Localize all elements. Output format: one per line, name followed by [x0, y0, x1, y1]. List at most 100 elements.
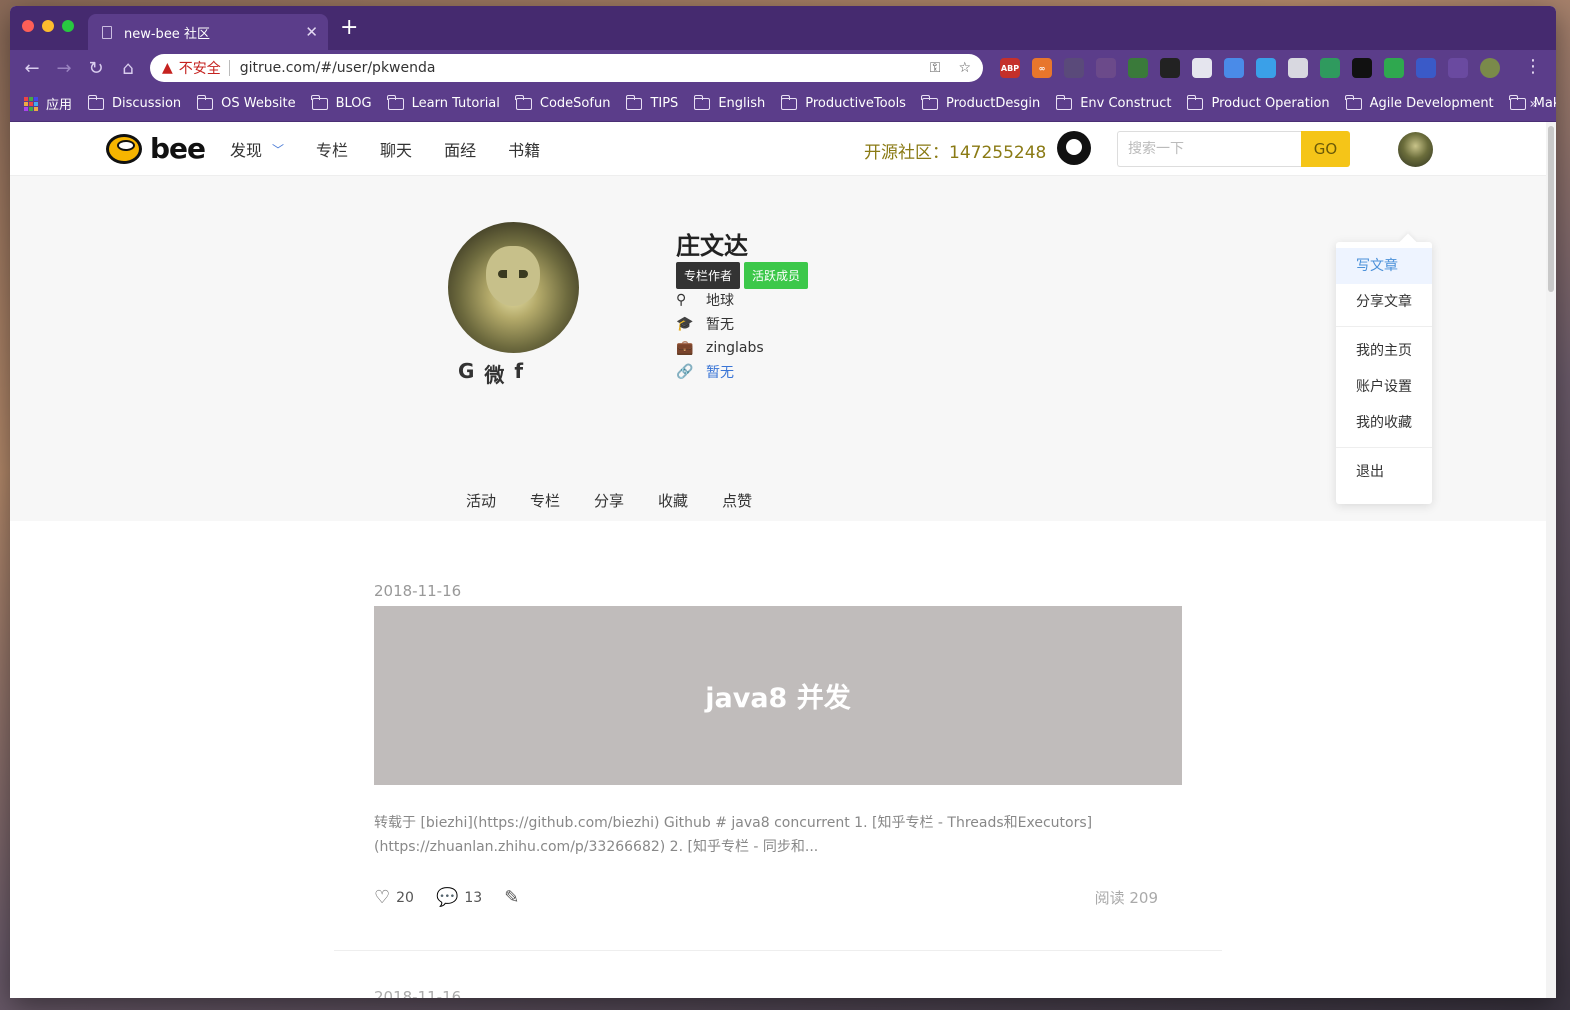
- comment-icon: 💬: [435, 887, 459, 908]
- extension-icon[interactable]: [1160, 58, 1180, 78]
- bookmark-label: ProductDesgin: [945, 96, 1041, 111]
- tab-activity[interactable]: 活动: [466, 490, 496, 511]
- article-cover[interactable]: java8 并发: [374, 606, 1182, 785]
- bookmark-env-construct[interactable]: Env Construct: [1055, 94, 1171, 111]
- star-icon[interactable]: ☆: [958, 60, 971, 76]
- minimize-window-button[interactable]: [42, 20, 54, 32]
- bookmark-learn-tutorial[interactable]: Learn Tutorial: [387, 94, 500, 111]
- user-avatar[interactable]: [1398, 132, 1433, 167]
- nav-column[interactable]: 专栏: [316, 137, 348, 161]
- tab-bar: new-bee 社区 ✕ +: [10, 6, 1556, 50]
- scrollbar-thumb[interactable]: [1548, 126, 1554, 292]
- menu-my-favorites[interactable]: 我的收藏: [1336, 405, 1432, 441]
- menu-my-homepage[interactable]: 我的主页: [1336, 333, 1432, 369]
- tab-favorites[interactable]: 收藏: [658, 490, 688, 511]
- menu-divider: [1336, 447, 1432, 448]
- page-icon: [102, 25, 112, 39]
- extension-icon[interactable]: [1064, 58, 1084, 78]
- browser-menu-icon[interactable]: ⋮: [1524, 56, 1542, 77]
- google-icon[interactable]: G: [458, 359, 474, 388]
- extensions-row: ABP ∞: [1000, 58, 1500, 78]
- edit-button[interactable]: ✎: [504, 887, 525, 908]
- url-bar[interactable]: ▲ 不安全 gitrue.com/#/user/pkwenda ⚿ ☆: [150, 54, 983, 82]
- close-tab-icon[interactable]: ✕: [305, 23, 318, 41]
- translate-icon[interactable]: [1224, 58, 1244, 78]
- extension-icon[interactable]: [1288, 58, 1308, 78]
- url-text[interactable]: gitrue.com/#/user/pkwenda: [240, 60, 930, 76]
- bookmark-label: ProductiveTools: [805, 96, 906, 111]
- comment-button[interactable]: 💬 13: [436, 887, 482, 908]
- extension-icon[interactable]: [1352, 58, 1372, 78]
- briefcase-icon: 💼: [676, 340, 694, 356]
- nav-discover[interactable]: 发现 ﹀: [230, 137, 284, 161]
- bookmark-apps[interactable]: 应用: [24, 94, 72, 113]
- weibo-icon[interactable]: 微: [484, 359, 504, 388]
- profile-name: 庄文达: [676, 232, 748, 260]
- website-link[interactable]: 暂无: [706, 362, 734, 382]
- profile-header: G 微 f 庄文达 专栏作者 活跃成员 ⚲ 地球 🎓 暂无 💼 zinglabs…: [10, 176, 1546, 521]
- page-scrollbar[interactable]: [1546, 122, 1556, 998]
- extension-icon[interactable]: [1256, 58, 1276, 78]
- bookmark-english[interactable]: English: [693, 94, 766, 111]
- tab-share[interactable]: 分享: [594, 490, 624, 511]
- facebook-icon[interactable]: f: [514, 359, 523, 388]
- extension-icon[interactable]: [1096, 58, 1116, 78]
- menu-share-article[interactable]: 分享文章: [1336, 284, 1432, 320]
- extension-icon[interactable]: [1416, 58, 1436, 78]
- new-tab-button[interactable]: +: [340, 17, 358, 39]
- bookmark-codesofun[interactable]: CodeSofun: [515, 94, 610, 111]
- location-value: 地球: [706, 293, 734, 309]
- browser-tab[interactable]: new-bee 社区 ✕: [88, 14, 328, 50]
- more-bookmarks-icon[interactable]: »: [1529, 96, 1538, 112]
- bookmark-agile-development[interactable]: Agile Development: [1345, 94, 1494, 111]
- bookmark-productdesgin[interactable]: ProductDesgin: [921, 94, 1041, 111]
- website-row: 🔗 暂无: [676, 360, 764, 384]
- tab-likes[interactable]: 点赞: [722, 490, 752, 511]
- bookmark-blog[interactable]: BLOG: [311, 94, 372, 111]
- bookmark-label: TIPS: [650, 96, 679, 111]
- bookmark-product-operation[interactable]: Product Operation: [1186, 94, 1330, 111]
- community-link[interactable]: 开源社区：147255248: [864, 138, 1046, 163]
- menu-account-settings[interactable]: 账户设置: [1336, 369, 1432, 405]
- evernote-icon[interactable]: [1384, 58, 1404, 78]
- reload-icon[interactable]: ↻: [80, 58, 112, 79]
- folder-icon: [311, 94, 328, 110]
- bookmark-productivetools[interactable]: ProductiveTools: [780, 94, 906, 111]
- bookmark-tips[interactable]: TIPS: [625, 94, 679, 111]
- apps-grid-icon: [24, 96, 38, 111]
- vue-icon[interactable]: [1320, 58, 1340, 78]
- nav-books[interactable]: 书籍: [508, 137, 540, 161]
- extension-icon[interactable]: [1448, 58, 1468, 78]
- search-go-button[interactable]: GO: [1301, 131, 1350, 167]
- insecure-label[interactable]: 不安全: [179, 58, 221, 78]
- close-window-button[interactable]: [22, 20, 34, 32]
- like-button[interactable]: ♡ 20: [374, 887, 414, 908]
- bookmark-label: OS Website: [221, 96, 296, 111]
- forward-icon[interactable]: →: [48, 58, 80, 79]
- bookmark-label: English: [718, 96, 766, 111]
- folder-icon: [387, 94, 404, 110]
- bookmark-discussion[interactable]: Discussion: [87, 94, 181, 111]
- bookmark-os-website[interactable]: OS Website: [196, 94, 296, 111]
- infinity-icon[interactable]: ∞: [1032, 58, 1052, 78]
- search-input[interactable]: [1117, 131, 1301, 167]
- folder-icon: [515, 94, 532, 110]
- article-excerpt[interactable]: 转载于 [biezhi](https://github.com/biezhi) …: [374, 811, 1134, 859]
- key-icon[interactable]: ⚿: [930, 60, 941, 76]
- profile-icon[interactable]: [1480, 58, 1500, 78]
- site-logo[interactable]: bee: [106, 132, 206, 165]
- menu-logout[interactable]: 退出: [1336, 454, 1432, 490]
- tab-column[interactable]: 专栏: [530, 490, 560, 511]
- maximize-window-button[interactable]: [62, 20, 74, 32]
- profile-info: ⚲ 地球 🎓 暂无 💼 zinglabs 🔗 暂无: [676, 288, 764, 384]
- nav-interview[interactable]: 面经: [444, 137, 476, 161]
- extension-icon[interactable]: [1128, 58, 1148, 78]
- extension-icon[interactable]: [1192, 58, 1212, 78]
- social-links: G 微 f: [458, 359, 523, 388]
- menu-write-article[interactable]: 写文章: [1336, 248, 1432, 284]
- back-icon[interactable]: ←: [16, 58, 48, 79]
- nav-chat[interactable]: 聊天: [380, 137, 412, 161]
- adblock-icon[interactable]: ABP: [1000, 58, 1020, 78]
- github-icon[interactable]: [1057, 131, 1091, 165]
- home-icon[interactable]: ⌂: [112, 58, 144, 79]
